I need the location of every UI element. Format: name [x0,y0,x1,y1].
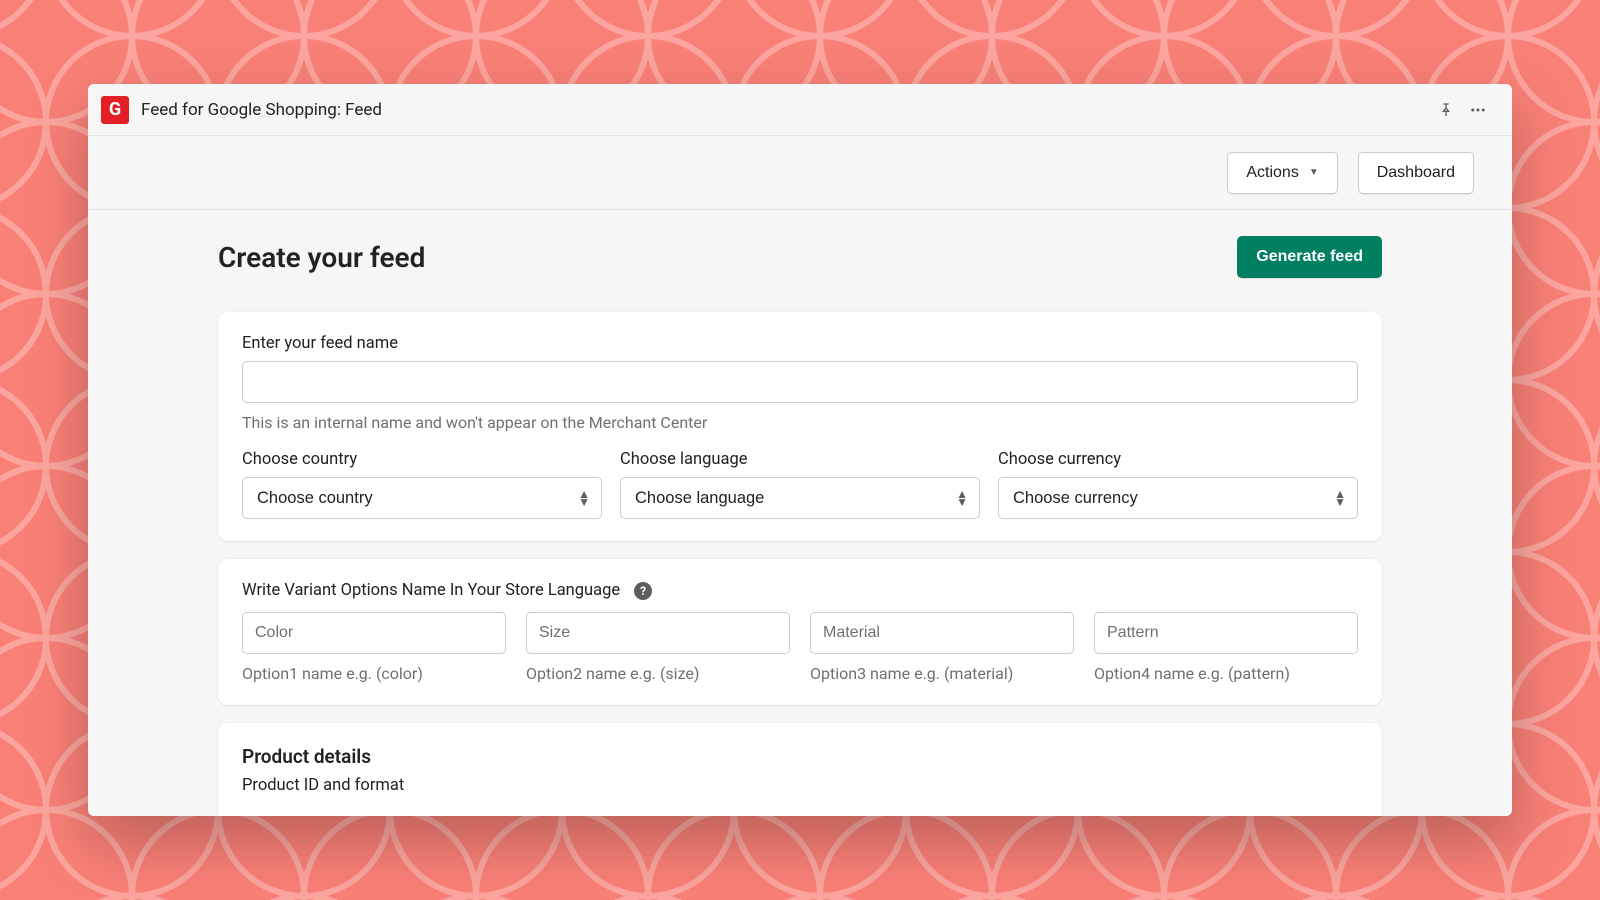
toolbar: Actions ▼ Dashboard [88,136,1512,210]
option1-hint: Option1 name e.g. (color) [242,664,506,683]
feed-name-helper: This is an internal name and won't appea… [242,413,1358,432]
option4-hint: Option4 name e.g. (pattern) [1094,664,1358,683]
currency-label: Choose currency [998,450,1358,469]
currency-select[interactable]: Choose currency [998,477,1358,519]
content-area: Create your feed Generate feed Enter you… [88,210,1512,816]
option1-input[interactable] [242,612,506,654]
app-badge-icon: G [101,96,129,124]
page-title: Create your feed [218,241,425,274]
caret-down-icon: ▼ [1309,167,1319,178]
option2-hint: Option2 name e.g. (size) [526,664,790,683]
window-title: Feed for Google Shopping: Feed [141,100,382,120]
more-horizontal-icon [1469,101,1487,119]
option3-input[interactable] [810,612,1074,654]
language-label: Choose language [620,450,980,469]
dashboard-button[interactable]: Dashboard [1358,152,1474,194]
title-bar: G Feed for Google Shopping: Feed [88,84,1512,136]
pin-icon [1438,102,1454,118]
feed-settings-card: Enter your feed name This is an internal… [218,312,1382,541]
actions-dropdown[interactable]: Actions ▼ [1227,152,1337,194]
dashboard-label: Dashboard [1377,164,1455,182]
product-details-subtitle: Product ID and format [242,776,1358,795]
pin-button[interactable] [1430,94,1462,126]
more-button[interactable] [1462,94,1494,126]
generate-feed-label: Generate feed [1256,248,1363,266]
variant-heading: Write Variant Options Name In Your Store… [242,581,620,600]
language-select[interactable]: Choose language [620,477,980,519]
actions-label: Actions [1246,164,1298,182]
help-icon[interactable]: ? [634,582,652,600]
option3-hint: Option3 name e.g. (material) [810,664,1074,683]
variant-options-card: Write Variant Options Name In Your Store… [218,559,1382,705]
country-select[interactable]: Choose country [242,477,602,519]
option2-input[interactable] [526,612,790,654]
app-window: G Feed for Google Shopping: Feed Actions… [88,84,1512,816]
option4-input[interactable] [1094,612,1358,654]
product-details-card: Product details Product ID and format [218,723,1382,816]
feed-name-label: Enter your feed name [242,334,1358,353]
country-label: Choose country [242,450,602,469]
page-header: Create your feed Generate feed [218,236,1382,278]
product-details-title: Product details [242,745,1358,768]
generate-feed-button[interactable]: Generate feed [1237,236,1382,278]
feed-name-input[interactable] [242,361,1358,403]
